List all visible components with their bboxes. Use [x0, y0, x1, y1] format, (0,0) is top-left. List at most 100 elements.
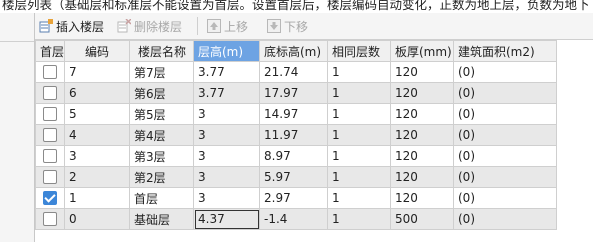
- first-floor-checkbox-cell[interactable]: [35, 82, 65, 104]
- floor-height-cell[interactable]: 4.37: [193, 208, 260, 230]
- delete-floor-button[interactable]: 删除楼层: [117, 16, 182, 36]
- col-header-code[interactable]: 编码: [64, 40, 130, 62]
- slab-thickness-cell[interactable]: 120: [390, 145, 454, 167]
- floor-height-cell[interactable]: 3: [193, 124, 260, 146]
- first-floor-checkbox-cell[interactable]: [35, 103, 65, 125]
- table-row[interactable]: 0 基础层 4.37 -1.4 1 500 (0): [35, 208, 557, 230]
- code-cell[interactable]: 0: [64, 208, 130, 230]
- arrow-down-icon: [267, 19, 281, 33]
- building-area-cell[interactable]: (0): [453, 82, 557, 104]
- code-cell[interactable]: 7: [64, 61, 130, 83]
- move-down-button[interactable]: 下移: [267, 16, 308, 36]
- slab-thickness-cell[interactable]: 120: [390, 166, 454, 188]
- table-row[interactable]: 3 第3层 3 8.97 1 120 (0): [35, 145, 557, 167]
- col-header-slab-thickness[interactable]: 板厚(mm): [390, 40, 454, 62]
- floor-height-cell[interactable]: 3: [193, 103, 260, 125]
- checkbox[interactable]: [43, 149, 57, 164]
- same-count-cell[interactable]: 1: [327, 124, 391, 146]
- base-elevation-cell[interactable]: 8.97: [259, 145, 328, 167]
- base-elevation-cell[interactable]: 14.97: [259, 103, 328, 125]
- slab-thickness-cell[interactable]: 120: [390, 61, 454, 83]
- delete-floor-label: 删除楼层: [134, 19, 183, 34]
- base-elevation-cell[interactable]: 11.97: [259, 124, 328, 146]
- table-row[interactable]: 7 第7层 3.77 21.74 1 120 (0): [35, 61, 557, 83]
- same-count-cell[interactable]: 1: [327, 187, 391, 209]
- move-up-button[interactable]: 上移: [207, 16, 248, 36]
- same-count-cell[interactable]: 1: [327, 166, 391, 188]
- slab-thickness-cell[interactable]: 120: [390, 187, 454, 209]
- first-floor-checkbox-cell[interactable]: [35, 166, 65, 188]
- col-header-building-area[interactable]: 建筑面积(m2): [453, 40, 557, 62]
- insert-floor-button[interactable]: 插入楼层: [39, 16, 104, 36]
- floor-name-cell[interactable]: 第7层: [129, 61, 194, 83]
- table-header-row: 首层 编码 楼层名称 层高(m) 底标高(m) 相同层数 板厚(mm) 建筑面积…: [35, 40, 557, 62]
- floor-name-cell[interactable]: 第6层: [129, 82, 194, 104]
- first-floor-checkbox-cell[interactable]: [35, 208, 65, 230]
- building-area-cell[interactable]: (0): [453, 61, 557, 83]
- floor-name-cell[interactable]: 首层: [129, 187, 194, 209]
- code-cell[interactable]: 1: [64, 187, 130, 209]
- checkbox[interactable]: [43, 107, 57, 122]
- first-floor-checkbox-cell[interactable]: [35, 145, 65, 167]
- floor-name-cell[interactable]: 第4层: [129, 124, 194, 146]
- table-row[interactable]: 6 第6层 3.77 17.97 1 120 (0): [35, 82, 557, 104]
- first-floor-checkbox-cell[interactable]: [35, 187, 65, 209]
- code-cell[interactable]: 5: [64, 103, 130, 125]
- col-header-floor-height[interactable]: 层高(m): [193, 40, 260, 62]
- base-elevation-cell[interactable]: 5.97: [259, 166, 328, 188]
- floor-table: 首层 编码 楼层名称 层高(m) 底标高(m) 相同层数 板厚(mm) 建筑面积…: [35, 40, 593, 242]
- checkbox[interactable]: [43, 65, 57, 80]
- checkbox[interactable]: [43, 212, 57, 227]
- floor-name-cell[interactable]: 基础层: [129, 208, 194, 230]
- same-count-cell[interactable]: 1: [327, 61, 391, 83]
- same-count-cell[interactable]: 1: [327, 208, 391, 230]
- code-cell[interactable]: 4: [64, 124, 130, 146]
- code-cell[interactable]: 6: [64, 82, 130, 104]
- code-cell[interactable]: 3: [64, 145, 130, 167]
- page-title: 楼层列表（基础层和标准层不能设置为首层。设置首层后，楼层编码自动变化，正数为地上…: [2, 0, 590, 12]
- first-floor-checkbox-cell[interactable]: [35, 61, 65, 83]
- table-row[interactable]: 4 第4层 3 11.97 1 120 (0): [35, 124, 557, 146]
- col-header-base-elevation[interactable]: 底标高(m): [259, 40, 328, 62]
- col-header-same-count[interactable]: 相同层数: [327, 40, 391, 62]
- insert-floor-icon: [39, 19, 53, 33]
- slab-thickness-cell[interactable]: 500: [390, 208, 454, 230]
- table-row[interactable]: 2 第2层 3 5.97 1 120 (0): [35, 166, 557, 188]
- same-count-cell[interactable]: 1: [327, 145, 391, 167]
- floor-height-cell[interactable]: 3: [193, 187, 260, 209]
- building-area-cell[interactable]: (0): [453, 166, 557, 188]
- building-area-cell[interactable]: (0): [453, 187, 557, 209]
- col-header-first-floor[interactable]: 首层: [35, 40, 65, 62]
- building-area-cell[interactable]: (0): [453, 103, 557, 125]
- floor-name-cell[interactable]: 第5层: [129, 103, 194, 125]
- checkbox-checked[interactable]: [43, 191, 57, 206]
- base-elevation-cell[interactable]: 2.97: [259, 187, 328, 209]
- slab-thickness-cell[interactable]: 120: [390, 124, 454, 146]
- same-count-cell[interactable]: 1: [327, 82, 391, 104]
- table-row[interactable]: 5 第5层 3 14.97 1 120 (0): [35, 103, 557, 125]
- floor-height-cell[interactable]: 3: [193, 145, 260, 167]
- building-area-cell[interactable]: (0): [453, 208, 557, 230]
- floor-name-cell[interactable]: 第3层: [129, 145, 194, 167]
- checkbox[interactable]: [43, 86, 57, 101]
- first-floor-checkbox-cell[interactable]: [35, 124, 65, 146]
- building-area-cell[interactable]: (0): [453, 145, 557, 167]
- col-header-floor-name[interactable]: 楼层名称: [129, 40, 194, 62]
- floor-height-cell[interactable]: 3.77: [193, 61, 260, 83]
- checkbox[interactable]: [43, 170, 57, 185]
- building-area-cell[interactable]: (0): [453, 124, 557, 146]
- floor-height-cell[interactable]: 3: [193, 166, 260, 188]
- floor-name-cell[interactable]: 第2层: [129, 166, 194, 188]
- base-elevation-cell[interactable]: -1.4: [259, 208, 328, 230]
- checkbox[interactable]: [43, 128, 57, 143]
- base-elevation-cell[interactable]: 17.97: [259, 82, 328, 104]
- same-count-cell[interactable]: 1: [327, 103, 391, 125]
- slab-thickness-cell[interactable]: 120: [390, 82, 454, 104]
- table-row[interactable]: 1 首层 3 2.97 1 120 (0): [35, 187, 557, 209]
- move-up-label: 上移: [224, 19, 249, 34]
- floor-height-cell[interactable]: 3.77: [193, 82, 260, 104]
- slab-thickness-cell[interactable]: 120: [390, 103, 454, 125]
- toolbar: 插入楼层 删除楼层 上移 下移: [35, 13, 593, 40]
- code-cell[interactable]: 2: [64, 166, 130, 188]
- base-elevation-cell[interactable]: 21.74: [259, 61, 328, 83]
